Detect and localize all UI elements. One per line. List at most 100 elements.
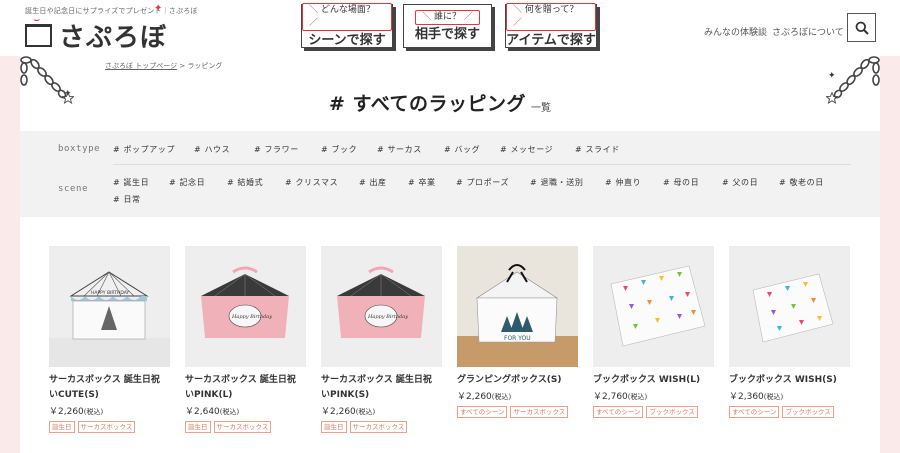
nav-item-button[interactable]: ＼ 何を贈って？ ／ アイテムで探す bbox=[505, 3, 597, 48]
tag-scene-anniversary[interactable]: # 記念日 bbox=[169, 177, 205, 188]
star-outline-icon bbox=[62, 92, 74, 104]
page-heading: # すべてのラッピング 一覧 bbox=[327, 88, 551, 118]
breadcrumb-home-link[interactable]: さぷろぼ トップページ bbox=[105, 62, 177, 70]
star-outline-icon bbox=[826, 92, 838, 104]
tag-boxtype-flower[interactable]: # フラワー bbox=[254, 144, 299, 155]
filter-divider bbox=[113, 164, 851, 165]
product-image[interactable]: Happy Birthday bbox=[321, 246, 442, 367]
product-name[interactable]: ブックボックス WISH(S) bbox=[729, 373, 850, 388]
breadcrumb-current: ラッピング bbox=[187, 62, 223, 70]
tag-scene-fathers-day[interactable]: # 父の日 bbox=[722, 177, 758, 188]
nav-item-label: アイテムで探す bbox=[506, 33, 596, 48]
product-name[interactable]: ブックボックス WISH(L) bbox=[593, 373, 714, 388]
product-image[interactable]: Happy Birthday bbox=[185, 246, 306, 367]
tag-scene-everyday[interactable]: # 日常 bbox=[113, 194, 141, 205]
search-icon bbox=[855, 21, 869, 35]
product-tag[interactable]: すべてのシーン bbox=[729, 406, 780, 418]
product-image[interactable] bbox=[729, 246, 850, 367]
tagline: 誕生日や記念日にサプライズでプレゼント｜さぷろぼ bbox=[25, 7, 198, 15]
product-tags: 誕生日 サーカスボックス bbox=[185, 421, 306, 433]
glamping-box-photo: FOR YOU bbox=[457, 246, 578, 367]
page-title: # すべてのラッピング bbox=[327, 93, 528, 118]
circus-box-photo: HAPPY BIRTHDAY bbox=[49, 246, 170, 367]
product-name[interactable]: グランピングボックス(S) bbox=[457, 373, 578, 388]
tag-scene-mothers-day[interactable]: # 母の日 bbox=[663, 177, 699, 188]
product-tags: すべてのシーン ブックボックス bbox=[729, 406, 850, 418]
about-link[interactable]: さぷろぼについて bbox=[772, 25, 844, 38]
tag-boxtype-slide[interactable]: # スライド bbox=[575, 144, 620, 155]
product-price: ￥2,260(税込) bbox=[457, 392, 512, 402]
tag-boxtype-house[interactable]: # ハウス bbox=[194, 144, 230, 155]
product-tag[interactable]: ブックボックス bbox=[782, 406, 834, 418]
product-price: ￥2,640(税込) bbox=[185, 407, 240, 417]
nav-person-sub: ＼ 誰に？ ／ bbox=[415, 9, 480, 25]
product-card[interactable]: FOR YOU グランピングボックス(S) ￥2,260(税込) すべてのシーン… bbox=[457, 246, 578, 418]
product-tags: 誕生日 サーカスボックス bbox=[49, 421, 170, 433]
product-card[interactable]: ブックボックス WISH(S) ￥2,360(税込) すべてのシーン ブックボッ… bbox=[729, 246, 850, 418]
product-tags: すべてのシーン ブックボックス bbox=[593, 406, 714, 418]
nav-person-button[interactable]: ＼ 誰に？ ／ 相手で探す bbox=[403, 4, 492, 48]
search-button[interactable] bbox=[847, 13, 876, 42]
tag-scene-birthday[interactable]: # 誕生日 bbox=[113, 177, 149, 188]
filter-label-scene: scene bbox=[58, 184, 89, 194]
ribbon-icon: ✦ bbox=[154, 3, 163, 14]
book-box-wish-large-photo bbox=[593, 246, 714, 367]
product-tag[interactable]: 誕生日 bbox=[49, 421, 75, 433]
nav-scene-button[interactable]: ＼ どんな場面？ ／ シーンで探す bbox=[301, 3, 393, 48]
tag-scene-christmas[interactable]: # クリスマス bbox=[285, 177, 338, 188]
product-name[interactable]: サーカスボックス 誕生日祝 いPINK(L) bbox=[185, 373, 306, 403]
tag-boxtype-bag[interactable]: # バッグ bbox=[444, 144, 480, 155]
tag-scene-reconcile[interactable]: # 仲直り bbox=[605, 177, 641, 188]
product-tag[interactable]: ブックボックス bbox=[646, 406, 698, 418]
product-price: ￥2,760(税込) bbox=[593, 392, 648, 402]
circus-box-pink-photo: Happy Birthday bbox=[185, 246, 306, 367]
product-name[interactable]: サーカスボックス 誕生日祝 いPINK(S) bbox=[321, 373, 442, 403]
product-price: ￥2,260(税込) bbox=[321, 407, 376, 417]
nav-person-label: 相手で探す bbox=[414, 26, 480, 42]
product-card[interactable]: Happy Birthday サーカスボックス 誕生日祝 いPINK(S) ￥2,… bbox=[321, 246, 442, 433]
tag-boxtype-book[interactable]: # ブック bbox=[321, 144, 357, 155]
tag-scene-graduation[interactable]: # 卒業 bbox=[408, 177, 436, 188]
product-tag[interactable]: 誕生日 bbox=[185, 421, 211, 433]
breadcrumb: さぷろぼ トップページ > ラッピング bbox=[105, 61, 222, 71]
product-card[interactable]: ブックボックス WISH(L) ￥2,760(税込) すべてのシーン ブックボッ… bbox=[593, 246, 714, 418]
tag-scene-retirement[interactable]: # 退職・送別 bbox=[530, 177, 583, 188]
site-header: 誕生日や記念日にサプライズでプレゼント｜さぷろぼ ⌣ さぷろぼ ✦ ＼ どんな場… bbox=[0, 0, 900, 56]
reviews-link[interactable]: みんなの体験談 bbox=[704, 25, 767, 38]
tag-scene-respect-aged[interactable]: # 敬老の日 bbox=[779, 177, 824, 188]
filter-label-boxtype: boxtype bbox=[58, 144, 101, 154]
product-tag[interactable]: 誕生日 bbox=[321, 421, 347, 433]
circus-box-pink-small-photo: Happy Birthday bbox=[321, 246, 442, 367]
product-price: ￥2,260(税込) bbox=[49, 407, 104, 417]
tag-boxtype-message[interactable]: # メッセージ bbox=[500, 144, 553, 155]
tag-scene-birth[interactable]: # 出産 bbox=[359, 177, 387, 188]
product-name[interactable]: サーカスボックス 誕生日祝 いCUTE(S) bbox=[49, 373, 170, 403]
product-image[interactable] bbox=[593, 246, 714, 367]
nav-item-sub: ＼ 何を贈って？ ／ bbox=[506, 3, 596, 31]
product-tag[interactable]: すべてのシーン bbox=[593, 406, 644, 418]
page-title-suffix: 一覧 bbox=[530, 103, 551, 114]
site-logo[interactable]: ⌣ さぷろぼ bbox=[25, 14, 167, 53]
product-tag[interactable]: サーカスボックス bbox=[213, 421, 272, 433]
product-tag[interactable]: サーカスボックス bbox=[349, 421, 408, 433]
svg-text:Happy Birthday: Happy Birthday bbox=[367, 314, 408, 320]
svg-text:✦: ✦ bbox=[828, 71, 836, 81]
tag-boxtype-popup[interactable]: # ポップアップ bbox=[113, 144, 175, 155]
tag-scene-proposal[interactable]: # プロポーズ bbox=[456, 177, 509, 188]
product-card[interactable]: HAPPY BIRTHDAY サーカスボックス 誕生日祝 いCUTE(S) ￥2,… bbox=[49, 246, 170, 433]
nav-scene-label: シーンで探す bbox=[308, 33, 386, 48]
svg-text:HAPPY BIRTHDAY: HAPPY BIRTHDAY bbox=[91, 290, 129, 296]
product-tag[interactable]: すべてのシーン bbox=[457, 406, 508, 418]
product-tag[interactable]: サーカスボックス bbox=[77, 421, 136, 433]
product-tag[interactable]: サーカスボックス bbox=[510, 406, 569, 418]
product-image[interactable]: HAPPY BIRTHDAY bbox=[49, 246, 170, 367]
breadcrumb-separator: > bbox=[179, 62, 186, 70]
nav-scene-sub: ＼ どんな場面？ ／ bbox=[302, 3, 392, 31]
svg-text:FOR YOU: FOR YOU bbox=[504, 335, 531, 342]
svg-text:Happy Birthday: Happy Birthday bbox=[231, 314, 272, 320]
tag-scene-wedding[interactable]: # 結婚式 bbox=[227, 177, 263, 188]
product-tags: すべてのシーン サーカスボックス bbox=[457, 406, 578, 418]
tag-boxtype-circus[interactable]: # サーカス bbox=[377, 144, 422, 155]
product-image[interactable]: FOR YOU bbox=[457, 246, 578, 367]
product-card[interactable]: Happy Birthday サーカスボックス 誕生日祝 いPINK(L) ￥2,… bbox=[185, 246, 306, 433]
